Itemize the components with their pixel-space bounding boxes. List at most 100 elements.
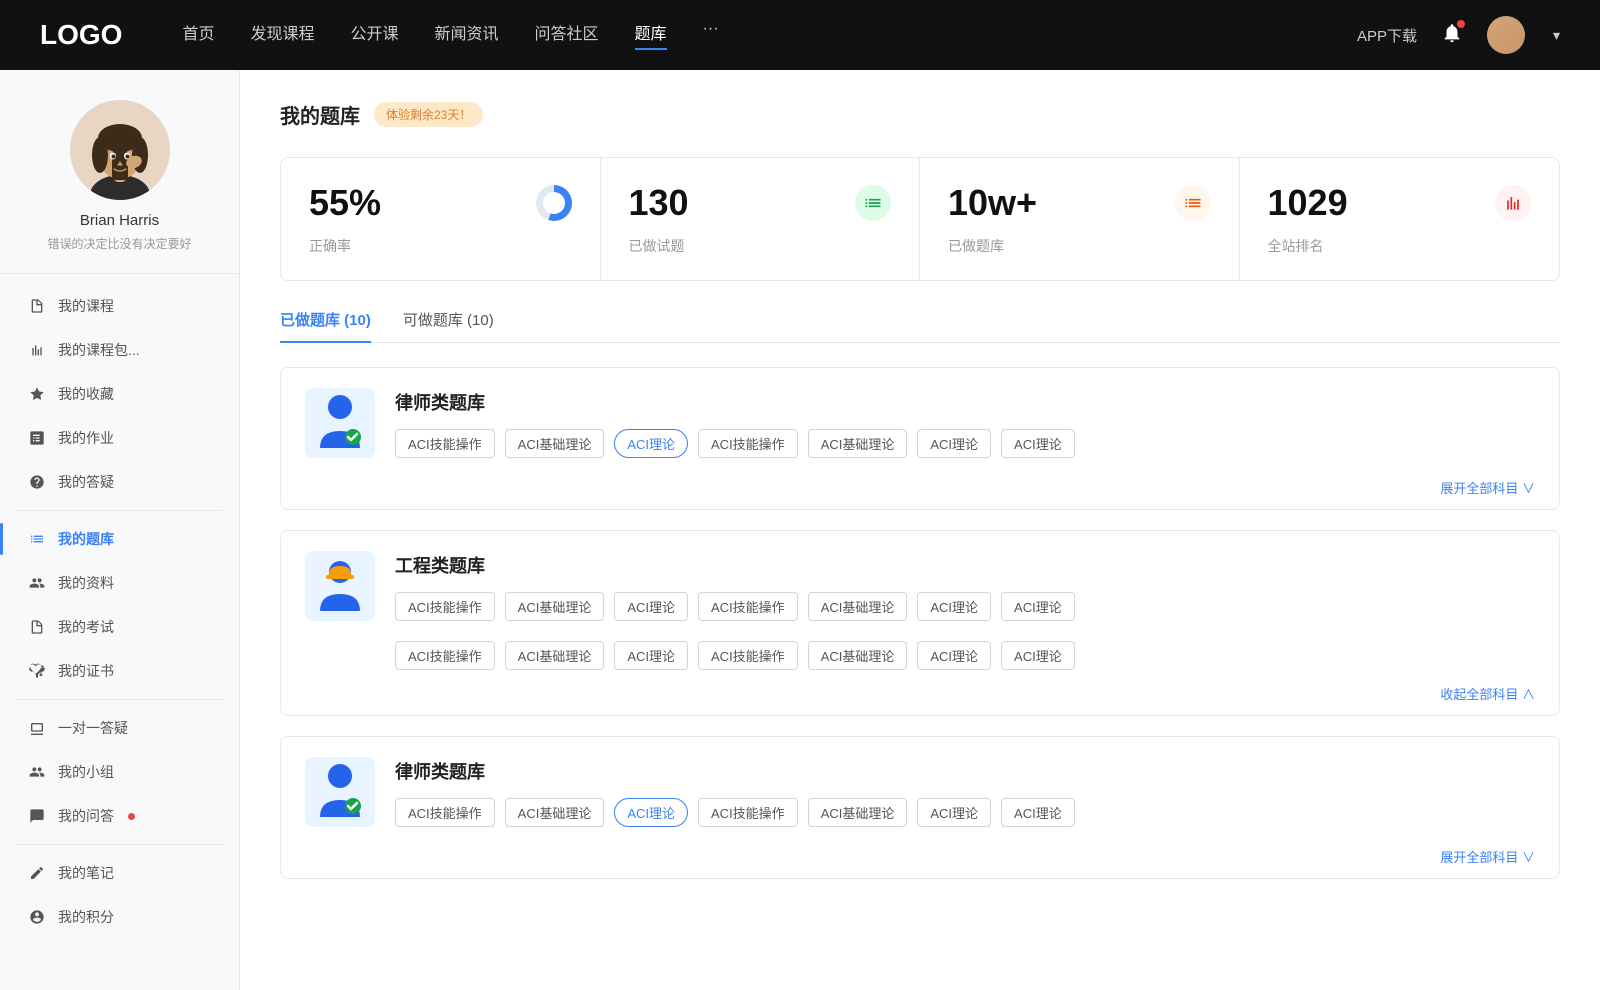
pie-chart-icon: [536, 185, 572, 221]
bank-name-0: 律师类题库: [395, 389, 1535, 415]
tag-2-2[interactable]: ACI理论: [614, 798, 688, 827]
bank-info-0: 律师类题库 ACI技能操作 ACI基础理论 ACI理论 ACI技能操作 ACI基础理论 AC…: [395, 389, 1535, 458]
stat-value-3: 1029: [1268, 182, 1348, 224]
bank-expand-2[interactable]: 展开全部科目 ∨: [281, 847, 1559, 878]
nav-link-题库[interactable]: 题库: [635, 20, 667, 50]
tag-0-2[interactable]: ACI理论: [614, 429, 688, 458]
bank-tags-2: ACI技能操作 ACI基础理论 ACI理论 ACI技能操作 ACI基础理论 ACI理论 AC…: [395, 798, 1535, 827]
app-download-button[interactable]: APP下载: [1357, 25, 1417, 46]
tabs-row: 已做题库 (10) 可做题库 (10): [280, 309, 1560, 343]
bank-header-0: 律师类题库 ACI技能操作 ACI基础理论 ACI理论 ACI技能操作 ACI基础理论 AC…: [281, 368, 1559, 478]
sidebar-icon-7: [28, 618, 46, 636]
tab-0[interactable]: 已做题库 (10): [280, 309, 371, 342]
bank-info-2: 律师类题库ACI技能操作ACI基础理论ACI理论ACI技能操作ACI基础理论AC…: [395, 758, 1535, 827]
nav-logo[interactable]: LOGO: [40, 19, 122, 51]
tag-2-4[interactable]: ACI基础理论: [808, 798, 908, 827]
stat-card-1: 130 已做试题: [601, 158, 921, 280]
tag-1-3[interactable]: ACI技能操作: [698, 592, 798, 621]
sidebar-item-我的作业[interactable]: 我的作业: [0, 416, 239, 460]
sidebar-label-3: 我的作业: [58, 428, 114, 448]
tag-row2-1-1[interactable]: ACI基础理论: [505, 641, 605, 670]
tag-1-6[interactable]: ACI理论: [1001, 592, 1075, 621]
stat-label-0: 正确率: [309, 236, 572, 256]
tag-row2-1-5[interactable]: ACI理论: [917, 641, 991, 670]
sidebar-icon-13: [28, 908, 46, 926]
bank-header-2: 律师类题库ACI技能操作ACI基础理论ACI理论ACI技能操作ACI基础理论AC…: [281, 737, 1559, 847]
tag-2-3[interactable]: ACI技能操作: [698, 798, 798, 827]
sidebar-icon-9: [28, 719, 46, 737]
sidebar-item-我的积分[interactable]: 我的积分: [0, 895, 239, 939]
sidebar-item-一对一答疑[interactable]: 一对一答疑: [0, 706, 239, 750]
sidebar: Brian Harris 错误的决定比没有决定要好 我的课程我的课程包...我的…: [0, 70, 240, 990]
profile-motto: 错误的决定比没有决定要好: [47, 235, 191, 253]
stat-top-0: 55%: [309, 182, 572, 224]
stat-label-1: 已做试题: [629, 236, 892, 256]
sidebar-item-我的笔记[interactable]: 我的笔记: [0, 851, 239, 895]
sidebar-item-我的课程[interactable]: 我的课程: [0, 284, 239, 328]
nav-link-公开课[interactable]: 公开课: [350, 20, 398, 50]
sidebar-icon-3: [28, 429, 46, 447]
sidebar-label-2: 我的收藏: [58, 384, 114, 404]
nav-link-新闻资讯[interactable]: 新闻资讯: [435, 20, 499, 50]
tag-0-6[interactable]: ACI理论: [1001, 429, 1075, 458]
nav-link-问答社区[interactable]: 问答社区: [535, 20, 599, 50]
profile-chevron[interactable]: ▾: [1553, 27, 1560, 44]
tag-row2-1-2[interactable]: ACI理论: [614, 641, 688, 670]
stat-value-0: 55%: [309, 182, 381, 224]
sidebar-item-我的题库[interactable]: 我的题库: [0, 517, 239, 561]
tag-1-1[interactable]: ACI基础理论: [505, 592, 605, 621]
sidebar-label-5: 我的题库: [58, 529, 114, 549]
nav-link-···[interactable]: ···: [703, 20, 719, 50]
sidebar-label-4: 我的答疑: [58, 472, 114, 492]
tag-1-4[interactable]: ACI基础理论: [808, 592, 908, 621]
bank-expand-0[interactable]: 展开全部科目 ∨: [281, 478, 1559, 509]
tag-2-5[interactable]: ACI理论: [917, 798, 991, 827]
tag-0-5[interactable]: ACI理论: [917, 429, 991, 458]
sidebar-menu: 我的课程我的课程包... 我的收藏我的作业我的答疑我的题库我的资料我的考试我的证书…: [0, 284, 239, 939]
tag-1-2[interactable]: ACI理论: [614, 592, 688, 621]
bank-name-2: 律师类题库: [395, 758, 1535, 784]
stat-card-2: 10w+ 已做题库: [920, 158, 1240, 280]
main-content: 我的题库 体验剩余23天！ 55% 正确率 130 已做试题 10w+ 已做题库…: [240, 70, 1600, 990]
bank-section-1: 工程类题库ACI技能操作ACI基础理论ACI理论ACI技能操作ACI基础理论AC…: [280, 530, 1560, 716]
notification-bell[interactable]: [1441, 22, 1463, 49]
avatar[interactable]: [1487, 16, 1525, 54]
bank-expand-1[interactable]: 收起全部科目 ∧: [281, 684, 1559, 715]
nav-link-首页[interactable]: 首页: [182, 20, 214, 50]
tab-1[interactable]: 可做题库 (10): [403, 309, 494, 342]
tag-row2-1-6[interactable]: ACI理论: [1001, 641, 1075, 670]
tag-2-1[interactable]: ACI基础理论: [505, 798, 605, 827]
tag-row2-1-3[interactable]: ACI技能操作: [698, 641, 798, 670]
profile-avatar[interactable]: [70, 100, 170, 200]
sidebar-item-我的资料[interactable]: 我的资料: [0, 561, 239, 605]
profile-name: Brian Harris: [80, 212, 159, 229]
nav-link-发现课程[interactable]: 发现课程: [250, 20, 314, 50]
tag-1-5[interactable]: ACI理论: [917, 592, 991, 621]
bank-section-2: 律师类题库ACI技能操作ACI基础理论ACI理论ACI技能操作ACI基础理论AC…: [280, 736, 1560, 879]
tag-0-0[interactable]: ACI技能操作: [395, 429, 495, 458]
bar-icon: [1495, 185, 1531, 221]
sidebar-item-我的考试[interactable]: 我的考试: [0, 605, 239, 649]
tag-1-0[interactable]: ACI技能操作: [395, 592, 495, 621]
sidebar-icon-12: [28, 864, 46, 882]
bank-icon-wrap-1: [305, 551, 375, 621]
stat-value-2: 10w+: [948, 182, 1037, 224]
sidebar-item-我的收藏[interactable]: 我的收藏: [0, 372, 239, 416]
tag-0-4[interactable]: ACI基础理论: [808, 429, 908, 458]
sidebar-item-我的答疑[interactable]: 我的答疑: [0, 460, 239, 504]
tag-0-3[interactable]: ACI技能操作: [698, 429, 798, 458]
main-layout: Brian Harris 错误的决定比没有决定要好 我的课程我的课程包...我的…: [0, 70, 1600, 990]
tag-row2-1-0[interactable]: ACI技能操作: [395, 641, 495, 670]
tag-row2-1-4[interactable]: ACI基础理论: [808, 641, 908, 670]
sidebar-label-13: 我的积分: [58, 907, 114, 927]
tag-0-1[interactable]: ACI基础理论: [505, 429, 605, 458]
tag-2-6[interactable]: ACI理论: [1001, 798, 1075, 827]
sidebar-item-我的证书[interactable]: 我的证书: [0, 649, 239, 693]
bank-icon-wrap-2: [305, 757, 375, 827]
sidebar-item-我的小组[interactable]: 我的小组: [0, 750, 239, 794]
page-title: 我的题库: [280, 100, 360, 129]
sidebar-item-我的问答[interactable]: 我的问答: [0, 794, 239, 838]
tag-2-0[interactable]: ACI技能操作: [395, 798, 495, 827]
sidebar-item-我的课程包...[interactable]: 我的课程包...: [0, 328, 239, 372]
sidebar-icon-6: [28, 574, 46, 592]
